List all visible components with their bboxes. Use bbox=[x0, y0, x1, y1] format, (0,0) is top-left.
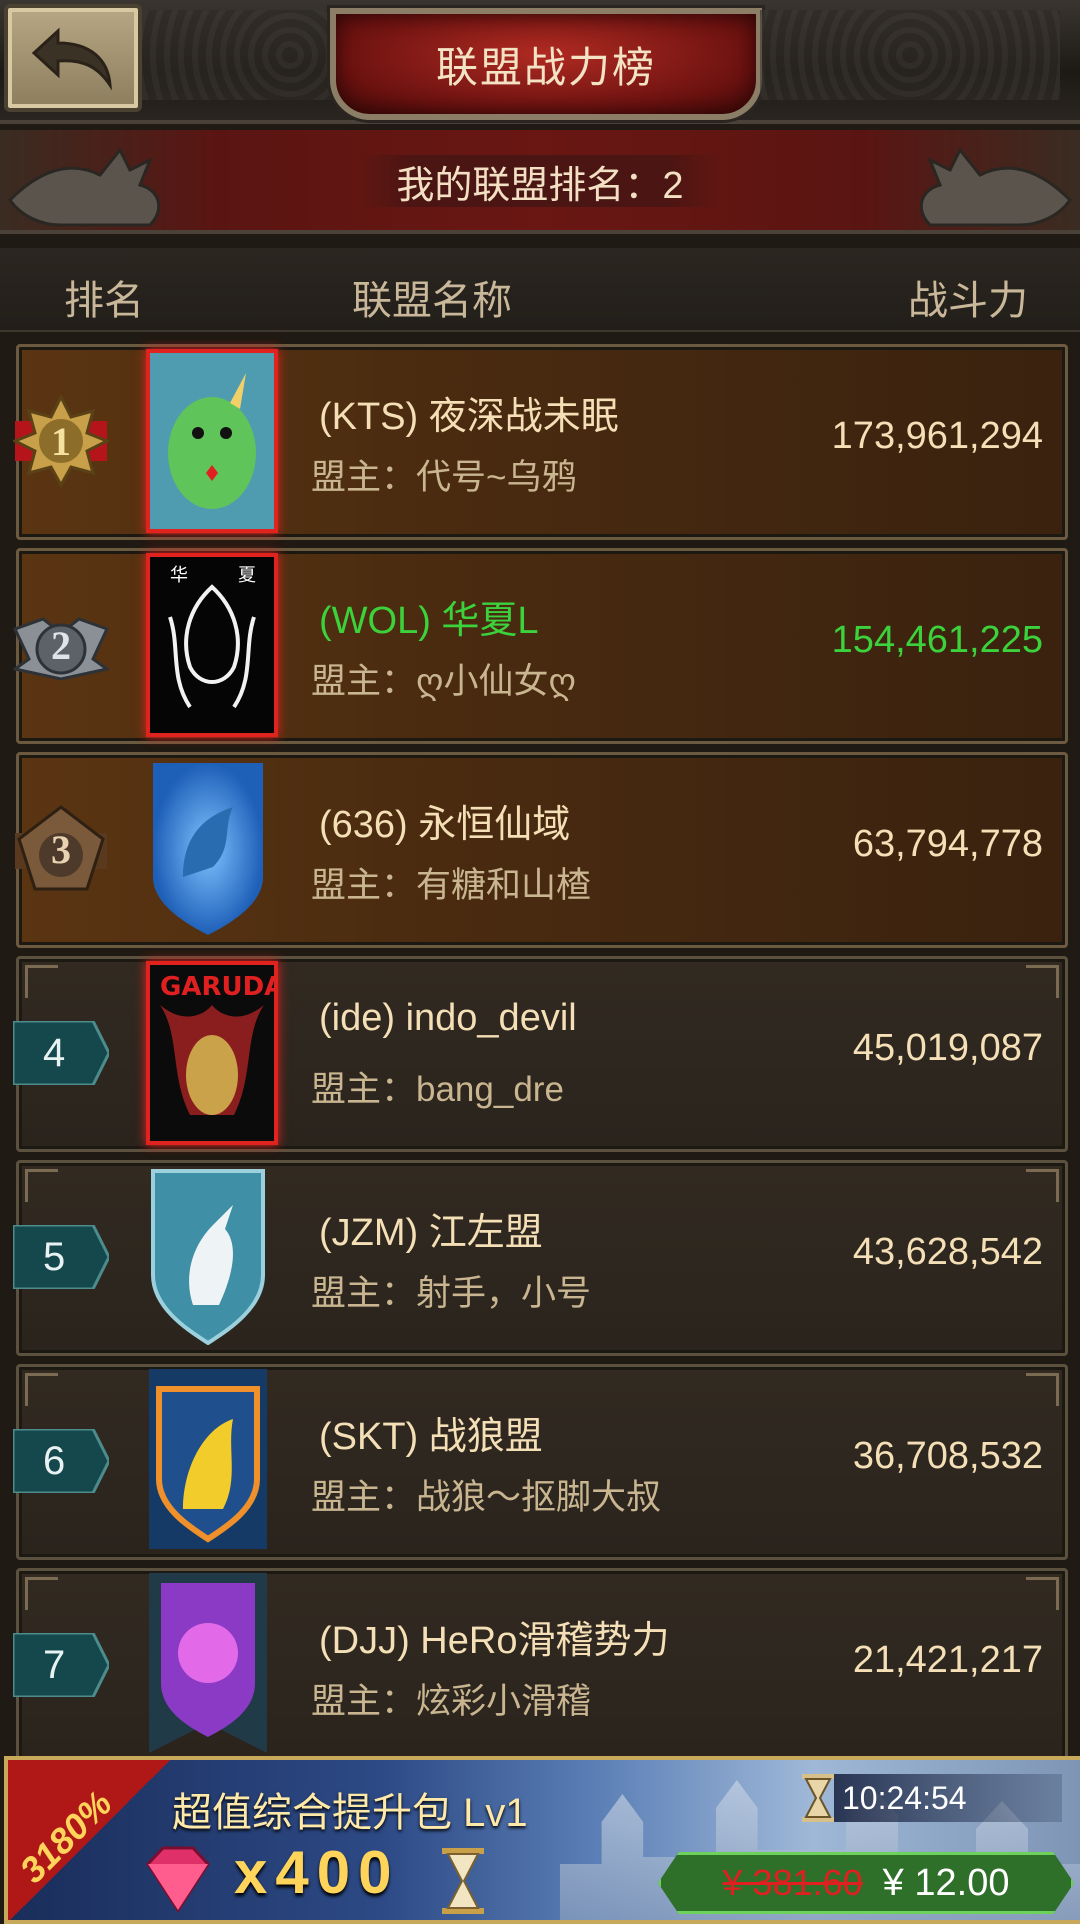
green-dragon-avatar bbox=[146, 349, 278, 533]
promo-banner[interactable]: 3180% 超值综合提升包 Lv1 x400 10:24:54 ¥ 381.60… bbox=[4, 1756, 1080, 1924]
alliance-leader: 盟主：ღ小仙女ღ bbox=[311, 662, 577, 701]
svg-text:夏: 夏 bbox=[238, 565, 256, 586]
rank-medal-silver: 2 bbox=[13, 599, 109, 691]
back-arrow-icon bbox=[31, 27, 112, 91]
buy-button[interactable]: ¥ 381.60 ¥ 12.00 bbox=[658, 1852, 1074, 1914]
sale-price: ¥ 12.00 bbox=[882, 1861, 1010, 1904]
alliance-name: (WOL) 华夏L bbox=[319, 600, 539, 642]
column-rank: 排名 bbox=[64, 279, 144, 323]
ranking-row[interactable]: 1 (KTS) 夜深战未眠 盟主：代号~乌鸦 173,961,294 bbox=[13, 344, 1068, 540]
lion-shield bbox=[149, 1369, 267, 1549]
svg-text:华: 华 bbox=[170, 565, 188, 586]
rank-tag: 6 bbox=[13, 1429, 109, 1493]
ranking-row-my-alliance[interactable]: 2 华 夏 (WOL) 华夏L 盟主：ღ小仙女ღ 154,461,225 bbox=[13, 548, 1068, 744]
dragon-ornament-icon bbox=[8, 147, 161, 227]
alliance-power: 154,461,225 bbox=[831, 619, 1043, 661]
ranking-row[interactable]: 6 (SKT) 战狼盟 盟主：战狼～抠脚大叔 36,708,532 bbox=[13, 1364, 1068, 1560]
rank-tag: 4 bbox=[13, 1021, 109, 1085]
ranking-row[interactable]: 5 (JZM) 江左盟 盟主：射手，小号 43,628,542 bbox=[13, 1160, 1068, 1356]
alliance-leader: 盟主：代号~乌鸦 bbox=[311, 458, 577, 497]
rank-tag: 7 bbox=[13, 1633, 109, 1697]
rank-medal-gold: 1 bbox=[13, 395, 109, 487]
alliance-name: (636) 永恒仙域 bbox=[319, 804, 571, 846]
ranking-row[interactable]: 7 (DJJ) HeRo滑稽势力 盟主：炫彩小滑稽 21,421,217 bbox=[13, 1568, 1068, 1764]
alliance-name: (KTS) 夜深战未眠 bbox=[319, 396, 619, 438]
ranking-row[interactable]: 3 (636) 永恒仙域 盟主：有糖和山楂 63,794,778 bbox=[13, 752, 1068, 948]
alliance-leader: 盟主：射手，小号 bbox=[311, 1274, 592, 1313]
top-bar: 联盟战力榜 bbox=[0, 0, 1080, 124]
back-button[interactable] bbox=[4, 4, 142, 112]
page-title: 联盟战力榜 bbox=[435, 43, 656, 91]
alliance-power: 43,628,542 bbox=[852, 1231, 1043, 1273]
unicorn-shield bbox=[151, 1169, 265, 1345]
alliance-name: (DJJ) HeRo滑稽势力 bbox=[319, 1620, 670, 1662]
blue-griffin-shield bbox=[153, 763, 263, 935]
title-plate: 联盟战力榜 bbox=[330, 8, 762, 120]
original-price: ¥ 381.60 bbox=[722, 1862, 863, 1903]
black-dragon-crest: 华 夏 bbox=[146, 553, 278, 737]
rank-medal-bronze: 3 bbox=[13, 803, 109, 895]
garuda-avatar: GARUDA bbox=[146, 961, 278, 1145]
my-rank-banner: 我的联盟排名：2 bbox=[0, 130, 1080, 234]
column-power: 战斗力 bbox=[908, 279, 1028, 323]
alliance-name: (JZM) 江左盟 bbox=[319, 1212, 543, 1254]
purple-beast-banner bbox=[149, 1573, 267, 1753]
column-alliance-name: 联盟名称 bbox=[352, 279, 512, 323]
timer-hourglass-icon bbox=[802, 1774, 834, 1822]
alliance-power: 21,421,217 bbox=[852, 1639, 1043, 1681]
alliance-name: (ide) indo_devil bbox=[319, 997, 577, 1039]
alliance-name: (SKT) 战狼盟 bbox=[319, 1416, 543, 1458]
alliance-power: 45,019,087 bbox=[852, 1027, 1043, 1069]
svg-text:GARUDA: GARUDA bbox=[160, 972, 278, 1002]
alliance-leader: 盟主：战狼～抠脚大叔 bbox=[311, 1478, 662, 1517]
gem-count: x400 bbox=[234, 1839, 400, 1906]
countdown-timer: 10:24:54 bbox=[834, 1774, 1062, 1822]
dragon-ornament-icon bbox=[919, 147, 1072, 227]
discount-percent: 3180% bbox=[11, 1782, 120, 1891]
rank-tag: 5 bbox=[13, 1225, 109, 1289]
alliance-power: 63,794,778 bbox=[852, 823, 1043, 865]
alliance-power: 36,708,532 bbox=[852, 1435, 1043, 1477]
alliance-leader: 盟主：炫彩小滑稽 bbox=[311, 1682, 592, 1721]
alliance-power: 173,961,294 bbox=[831, 415, 1043, 457]
alliance-leader: 盟主：bang_dre bbox=[311, 1070, 564, 1109]
my-alliance-rank: 我的联盟排名：2 bbox=[360, 155, 720, 207]
hourglass-icon bbox=[442, 1848, 484, 1914]
column-header: 排名 联盟名称 战斗力 bbox=[0, 248, 1080, 332]
gem-icon bbox=[146, 1846, 210, 1913]
ranking-row[interactable]: 4 GARUDA (ide) indo_devil 盟主：bang_dre 45… bbox=[13, 956, 1068, 1152]
promo-title: 超值综合提升包 Lv1 bbox=[172, 1791, 528, 1835]
alliance-leader: 盟主：有糖和山楂 bbox=[311, 866, 592, 905]
